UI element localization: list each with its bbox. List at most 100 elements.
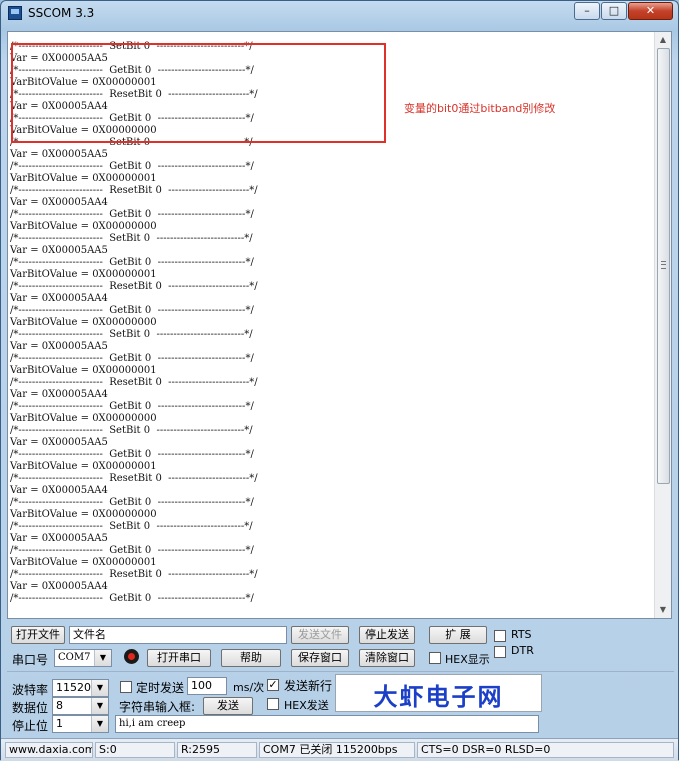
receive-line: /*------------------------- SetBit 0 ---… (10, 521, 253, 532)
receive-line: /*------------------------- GetBit 0 ---… (10, 449, 254, 460)
hex-display-label: HEX显示 (445, 653, 490, 666)
chevron-down-icon[interactable]: ▼ (91, 698, 108, 714)
port-select[interactable]: COM7 ▼ (54, 649, 112, 667)
receive-line: Var = 0X00005AA5 (10, 245, 108, 256)
status-received-count: R:2595 (177, 742, 257, 758)
receive-line: Var = 0X00005AA4 (10, 293, 108, 304)
receive-line: VarBitOValue = 0X00000001 (10, 269, 157, 280)
receive-line: /*------------------------- GetBit 0 ---… (10, 257, 254, 268)
status-bar: www.daxia.com S:0 R:2595 COM7 已关闭 115200… (1, 738, 678, 761)
clear-window-button[interactable]: 清除窗口 (359, 649, 415, 667)
maximize-button[interactable]: □ (601, 2, 627, 20)
port-select-value: COM7 (58, 652, 91, 663)
send-input[interactable]: hi,i am creep (115, 715, 539, 733)
receive-line: /*------------------------- GetBit 0 ---… (10, 161, 254, 172)
banner-ad[interactable]: 大虾电子网 (335, 674, 542, 712)
receive-line: VarBitOValue = 0X00000000 (10, 413, 157, 424)
save-window-button[interactable]: 保存窗口 (291, 649, 349, 667)
receive-line: /*------------------------- GetBit 0 ---… (10, 353, 254, 364)
receive-line: /*------------------------- GetBit 0 ---… (10, 401, 254, 412)
receive-line: /*------------------------- SetBit 0 ---… (10, 329, 253, 340)
hex-display-checkbox[interactable] (429, 652, 441, 664)
string-input-label: 字符串输入框: (119, 700, 196, 714)
receive-line: /*------------------------- ResetBit 0 -… (10, 473, 258, 484)
receive-line: /*------------------------- GetBit 0 ---… (10, 209, 254, 220)
receive-area[interactable]: /*------------------------- SetBit 0 ---… (7, 31, 672, 619)
status-line-signals: CTS=0 DSR=0 RLSD=0 (417, 742, 674, 758)
receive-line: /*------------------------- ResetBit 0 -… (10, 281, 258, 292)
stop-send-button[interactable]: 停止发送 (359, 626, 415, 644)
receive-line: VarBitOValue = 0X00000001 (10, 173, 157, 184)
receive-line: Var = 0X00005AA4 (10, 389, 108, 400)
help-button[interactable]: 帮助 (221, 649, 281, 667)
receive-line: Var = 0X00005AA5 (10, 533, 108, 544)
open-port-button[interactable]: 打开串口 (147, 649, 211, 667)
chevron-down-icon[interactable]: ▼ (94, 650, 111, 666)
dtr-checkbox[interactable] (494, 646, 506, 658)
receive-line: Var = 0X00005AA4 (10, 485, 108, 496)
receive-line: Var = 0X00005AA5 (10, 437, 108, 448)
expand-button[interactable]: 扩 展 (429, 626, 487, 644)
status-sent-count: S:0 (95, 742, 175, 758)
hex-send-label: HEX发送 (284, 699, 329, 712)
sscom-window: SSCOM 3.3 – □ ✕ /*----------------------… (0, 0, 679, 761)
interval-field[interactable]: 100 (187, 677, 227, 695)
receive-line: VarBitOValue = 0X00000000 (10, 221, 157, 232)
receive-scrollbar[interactable]: ▲ ▼ (654, 32, 671, 618)
receive-line: /*------------------------- ResetBit 0 -… (10, 569, 258, 580)
status-website[interactable]: www.daxia.com (5, 742, 93, 758)
stopbits-label: 停止位 (12, 719, 49, 733)
close-button[interactable]: ✕ (628, 2, 673, 20)
panel-separator (7, 671, 674, 672)
receive-line: VarBitOValue = 0X00000001 (10, 365, 157, 376)
send-button[interactable]: 发送 (203, 697, 253, 715)
app-icon (8, 6, 22, 20)
scroll-thumb[interactable] (657, 48, 670, 484)
receive-line: /*------------------------- ResetBit 0 -… (10, 185, 258, 196)
receive-line: Var = 0X00005AA4 (10, 581, 108, 592)
port-status-dot (128, 653, 135, 660)
receive-line: /*------------------------- GetBit 0 ---… (10, 593, 254, 604)
receive-line: /*------------------------- ResetBit 0 -… (10, 377, 258, 388)
status-port-state: COM7 已关闭 115200bps (259, 742, 415, 758)
scroll-grip-icon (661, 261, 666, 269)
stopbits-select[interactable]: 1 ▼ (52, 715, 109, 733)
scroll-up-icon[interactable]: ▲ (655, 32, 671, 48)
interval-unit: ms/次 (233, 681, 265, 694)
receive-line: /*------------------------- SetBit 0 ---… (10, 425, 253, 436)
receive-line: VarBitOValue = 0X00000000 (10, 317, 157, 328)
open-file-button[interactable]: 打开文件 (11, 626, 65, 644)
hex-send-checkbox[interactable] (267, 698, 279, 710)
databits-select-value: 8 (56, 699, 63, 712)
minimize-button[interactable]: – (574, 2, 600, 20)
stopbits-select-value: 1 (56, 717, 63, 730)
highlight-box (11, 43, 386, 143)
send-newline-checkbox[interactable]: ✓ (267, 679, 279, 691)
receive-line: /*------------------------- GetBit 0 ---… (10, 305, 254, 316)
receive-line: VarBitOValue = 0X00000000 (10, 509, 157, 520)
scroll-down-icon[interactable]: ▼ (655, 602, 671, 618)
timed-send-checkbox[interactable] (120, 681, 132, 693)
receive-line: Var = 0X00005AA5 (10, 341, 108, 352)
receive-line: Var = 0X00005AA5 (10, 149, 108, 160)
chevron-down-icon[interactable]: ▼ (91, 716, 108, 732)
databits-label: 数据位 (12, 701, 49, 715)
baud-select[interactable]: 115200 ▼ (52, 679, 109, 697)
title-bar[interactable]: SSCOM 3.3 – □ ✕ (1, 1, 678, 27)
banner-text: 大虾电子网 (373, 683, 504, 711)
window-title: SSCOM 3.3 (28, 6, 95, 20)
annotation-text: 变量的bit0通过bitband别修改 (404, 102, 556, 115)
databits-select[interactable]: 8 ▼ (52, 697, 109, 715)
receive-line: /*------------------------- GetBit 0 ---… (10, 497, 254, 508)
send-newline-label: 发送新行 (284, 679, 333, 693)
rts-checkbox[interactable] (494, 630, 506, 642)
receive-line: /*------------------------- GetBit 0 ---… (10, 545, 254, 556)
baud-label: 波特率 (12, 683, 49, 697)
send-file-button[interactable]: 发送文件 (291, 626, 349, 644)
timed-send-label: 定时发送 (136, 681, 185, 695)
chevron-down-icon[interactable]: ▼ (91, 680, 108, 696)
port-label: 串口号 (12, 653, 49, 667)
receive-line: Var = 0X00005AA4 (10, 197, 108, 208)
port-status-indicator (124, 649, 139, 664)
filename-field[interactable]: 文件名 (69, 626, 287, 644)
